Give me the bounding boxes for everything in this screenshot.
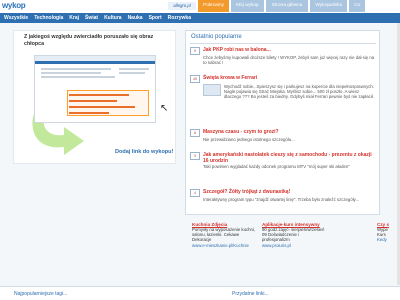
- nav-item-rozrywka[interactable]: Rozrywka: [168, 15, 191, 21]
- tab-moj-wykop[interactable]: Mój wykop: [231, 0, 264, 12]
- ad-item: Aplikacje-kurs intensywny 90 godz.zajęć-…: [262, 222, 326, 248]
- tab-polecamy[interactable]: Polecamy: [198, 0, 230, 12]
- entry-title-link[interactable]: Jak PKP robi nas w balona...: [203, 47, 271, 53]
- ad-url[interactable]: www.proiuris.pl: [262, 243, 326, 248]
- list-item: 9 Jak PKP robi nas w balona... Chce żeby…: [190, 47, 376, 65]
- vote-count-badge[interactable]: 45: [190, 75, 200, 83]
- ad-url[interactable]: Kedy: [377, 237, 397, 242]
- nav-item-wszystkie[interactable]: Wszystkie: [4, 15, 28, 21]
- popular-panel: Ostatnio popularne 9 Jak PKP robi nas w …: [185, 30, 380, 215]
- tab-strona-glowna[interactable]: Strona główna: [265, 0, 309, 12]
- footer: Najpopularniejsze tagi... Przydatne link…: [0, 286, 400, 300]
- ad-item: Kuchnia Zdjęcia Pomysły na wyposażenie k…: [192, 222, 256, 248]
- vote-count-badge[interactable]: 9: [190, 47, 200, 55]
- entry-thumbnail[interactable]: [203, 84, 221, 96]
- entry-description: Interaktywny program typu "znajdź otwart…: [203, 197, 360, 202]
- top-bar: wykop allegro.pl Polecamy Mój wykop Stro…: [0, 0, 400, 13]
- list-item: 8 Maszyna czasu - czym to grozi? Nie prz…: [190, 129, 376, 142]
- promo-card: Z jakiegoś względu zwierciadło poruszało…: [13, 30, 176, 164]
- panel-title: Ostatnio popularne: [191, 34, 242, 40]
- add-link-button[interactable]: Dodaj link do wykopu!: [115, 149, 173, 155]
- nav-item-kraj[interactable]: Kraj: [69, 15, 79, 21]
- nav-item-nauka[interactable]: Nauka: [128, 15, 143, 21]
- useful-links-link[interactable]: Przydatne linki...: [232, 291, 269, 297]
- entry-title-link[interactable]: Szczegół? Żółty trójkąt z dwunastką!: [203, 189, 290, 195]
- vote-count-badge[interactable]: 8: [190, 129, 200, 137]
- list-item: 3 Jak amerykański nastolatek cieszy się …: [190, 152, 376, 169]
- ad-text: 90 godz.zajęć- sierpień/wrzesień 09 Dośw…: [262, 227, 325, 243]
- nav-item-sport[interactable]: Sport: [149, 15, 162, 21]
- entry-description: Taki powinien wygladać każdy odcinek pro…: [203, 164, 350, 169]
- ad-text: Wype Kurs: [377, 227, 388, 238]
- list-item: 4 Szczegół? Żółty trójkąt z dwunastką! I…: [190, 189, 376, 202]
- ad-text: Pomysły na wyposażenie kuchni, salonu, ł…: [192, 227, 256, 243]
- tab-wykopalisko[interactable]: Wykopalisko: [310, 0, 348, 12]
- entry-description: Chce żebyśmy kupowali droższe bilety ! W…: [203, 55, 375, 66]
- popular-tags-link[interactable]: Najpopularniejsze tagi...: [14, 291, 67, 297]
- entry-title-link[interactable]: Jak amerykański nastolatek cieszy się z …: [203, 152, 376, 164]
- wykop-logo[interactable]: wykop: [2, 1, 34, 11]
- list-item: 45 Święta krowa w Ferrari Wychodź sobie.…: [190, 75, 376, 100]
- vote-count-badge[interactable]: 3: [190, 152, 200, 160]
- tab-co[interactable]: Co: [349, 0, 366, 12]
- site-preview-image: [34, 55, 156, 123]
- nav-item-kultura[interactable]: Kultura: [104, 15, 122, 21]
- vote-count-badge[interactable]: 4: [190, 189, 200, 197]
- promo-title: Z jakiegoś względu zwierciadło poruszało…: [24, 34, 154, 47]
- entry-title-link[interactable]: Maszyna czasu - czym to grozi?: [203, 129, 279, 135]
- nav-item-swiat[interactable]: Świat: [85, 15, 98, 21]
- entry-description: Wychodź sobie...Spieszysz się i parkujes…: [224, 84, 374, 100]
- sponsored-links: Kuchnia Zdjęcia Pomysły na wyposażenie k…: [192, 222, 400, 256]
- ad-item: Czy s Wype Kurs Kedy: [377, 222, 397, 242]
- entry-description: Nie przewidziano jednego istotnego szcze…: [203, 137, 295, 142]
- top-tabs: Polecamy Mój wykop Strona główna Wykopal…: [198, 0, 366, 12]
- partner-badge[interactable]: allegro.pl: [168, 2, 196, 10]
- logo-mark: wykop: [2, 1, 26, 10]
- cursor-icon: ↖: [160, 103, 169, 114]
- divider: [190, 43, 376, 44]
- entry-title-link[interactable]: Święta krowa w Ferrari: [203, 75, 257, 81]
- nav-item-technologia[interactable]: Technologia: [34, 15, 63, 21]
- ad-url[interactable]: www.e-mieszkanie.pl/Kuchnie: [192, 243, 256, 248]
- category-nav: Wszystkie Technologia Kraj Świat Kultura…: [0, 13, 400, 23]
